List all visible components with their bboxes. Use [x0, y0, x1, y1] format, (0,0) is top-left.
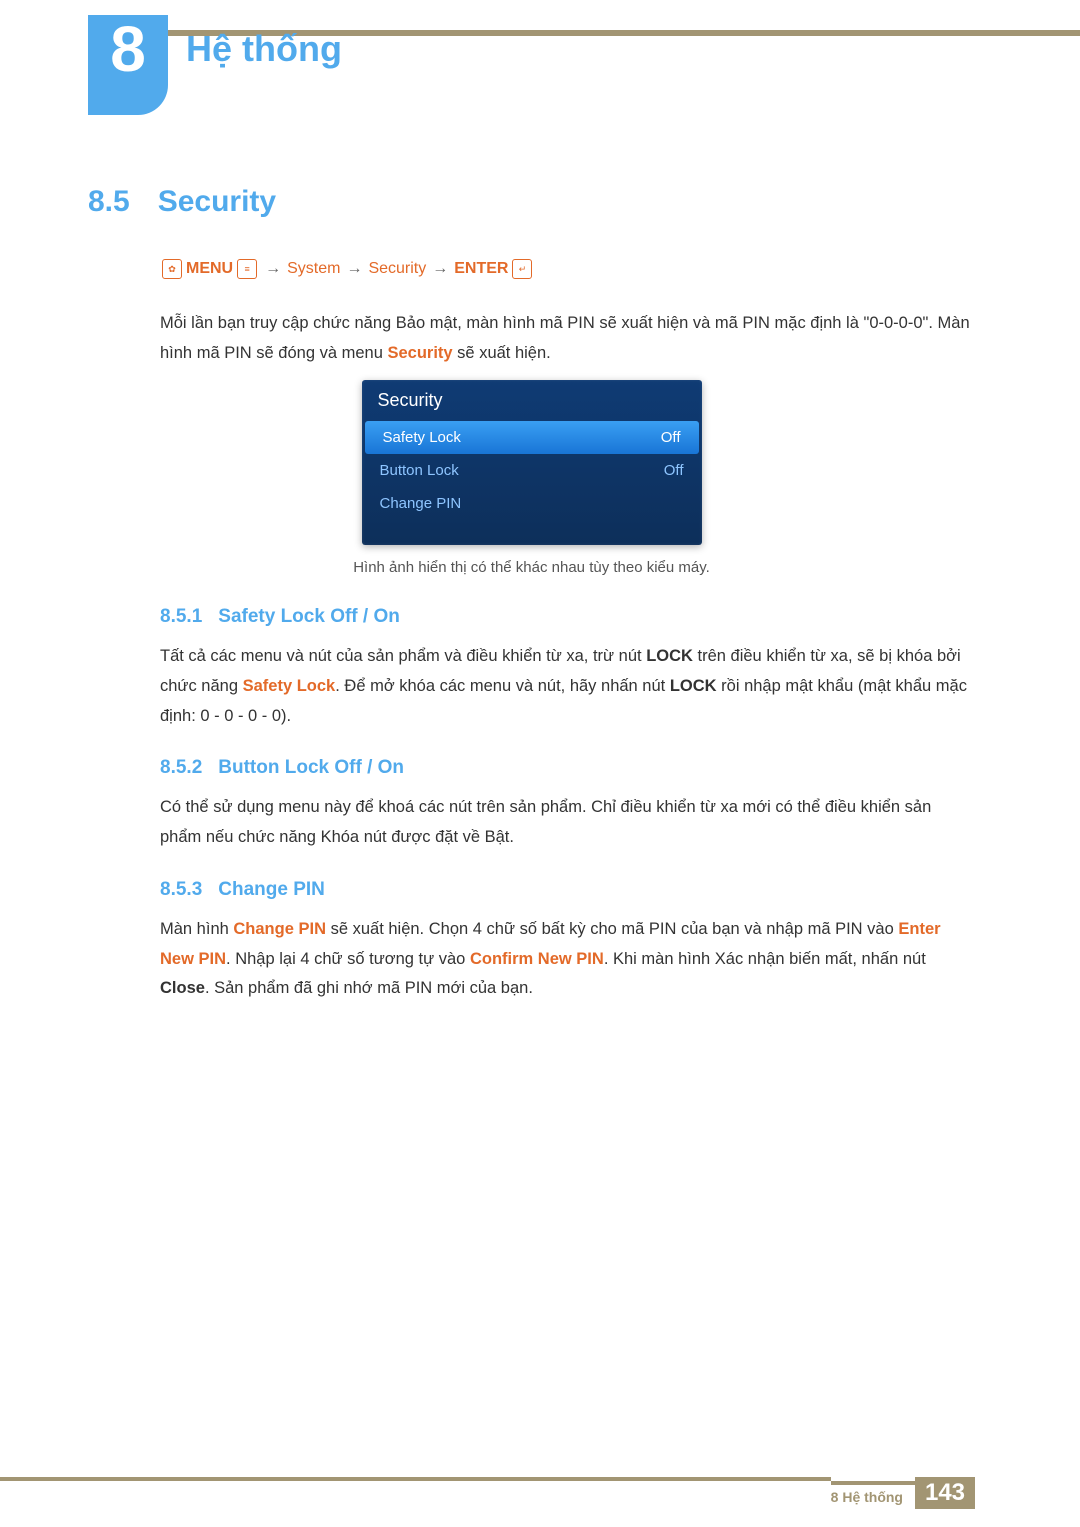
chapter-tab: 8: [88, 15, 168, 115]
remote-icon: ✿: [162, 259, 182, 279]
section-title: Security: [158, 185, 276, 219]
panel-caption: Hình ảnh hiển thị có thể khác nhau tùy t…: [88, 559, 975, 576]
panel-row-button-lock[interactable]: Button Lock Off: [362, 454, 702, 487]
path-enter: ENTER: [454, 260, 508, 278]
section-heading: 8.5 Security: [88, 185, 975, 219]
subsection-number: 8.5.2: [160, 757, 202, 779]
path-sep-3: →: [432, 260, 448, 278]
subsection-number: 8.5.3: [160, 879, 202, 901]
t: . Khi màn hình Xác nhận biến mất, nhấn n…: [604, 950, 926, 968]
highlight-confirm-new-pin: Confirm New PIN: [470, 950, 604, 968]
panel-row-value: Off: [661, 429, 681, 446]
subsection-853-heading: 8.5.3 Change PIN: [160, 879, 975, 901]
subsection-title: Button Lock Off / On: [218, 757, 404, 779]
footer-page-number: 143: [915, 1477, 975, 1509]
chapter-title: Hệ thống: [186, 28, 342, 70]
intro-highlight: Security: [387, 344, 452, 362]
t: Tất cả các menu và nút của sản phẩm và đ…: [160, 647, 646, 665]
subsection-title: Change PIN: [218, 879, 325, 901]
subsection-851-paragraph: Tất cả các menu và nút của sản phẩm và đ…: [160, 642, 975, 731]
t: Màn hình: [160, 920, 233, 938]
panel-row-label: Change PIN: [380, 495, 462, 512]
intro-text-1: Mỗi lần bạn truy cập chức năng Bảo mật, …: [160, 314, 970, 362]
bold-lock-2: LOCK: [670, 677, 717, 695]
subsection-852-paragraph: Có thể sử dụng menu này để khoá các nút …: [160, 793, 975, 852]
footer: 8 Hệ thống 143: [0, 1477, 1080, 1509]
chapter-number: 8: [110, 17, 146, 81]
subsection-852-heading: 8.5.2 Button Lock Off / On: [160, 757, 975, 779]
bold-close: Close: [160, 979, 205, 997]
highlight-change-pin: Change PIN: [233, 920, 326, 938]
panel-row-label: Button Lock: [380, 462, 459, 479]
subsection-title: Safety Lock Off / On: [218, 606, 400, 628]
subsection-851-heading: 8.5.1 Safety Lock Off / On: [160, 606, 975, 628]
footer-chapter-text: 8 Hệ thống: [831, 1481, 915, 1505]
intro-paragraph: Mỗi lần bạn truy cập chức năng Bảo mật, …: [160, 309, 975, 368]
highlight-safety-lock: Safety Lock: [243, 677, 336, 695]
nav-path: ✿ MENU ≡ → System → Security → ENTER ↵: [160, 259, 975, 279]
subsection-853-paragraph: Màn hình Change PIN sẽ xuất hiện. Chọn 4…: [160, 915, 975, 1004]
enter-icon: ↵: [512, 259, 532, 279]
bold-lock-1: LOCK: [646, 647, 693, 665]
intro-text-2: sẽ xuất hiện.: [453, 344, 551, 362]
t: . Sản phẩm đã ghi nhớ mã PIN mới của bạn…: [205, 979, 533, 997]
panel-row-change-pin[interactable]: Change PIN: [362, 487, 702, 520]
t: sẽ xuất hiện. Chọn 4 chữ số bất kỳ cho m…: [326, 920, 898, 938]
path-node-system: System: [287, 260, 340, 278]
panel-row-safety-lock[interactable]: Safety Lock Off: [365, 421, 699, 454]
path-menu: MENU: [186, 260, 233, 278]
panel-row-label: Safety Lock: [383, 429, 461, 446]
panel-row-value: Off: [664, 462, 684, 479]
path-node-security: Security: [368, 260, 426, 278]
menu-bars-icon: ≡: [237, 259, 257, 279]
subsection-number: 8.5.1: [160, 606, 202, 628]
footer-margin: [975, 1477, 1080, 1509]
security-panel: Security Safety Lock Off Button Lock Off…: [362, 380, 702, 545]
footer-rule: [0, 1477, 831, 1509]
path-sep-2: →: [346, 260, 362, 278]
panel-title: Security: [362, 380, 702, 421]
t: . Nhập lại 4 chữ số tương tự vào: [226, 950, 470, 968]
path-sep-1: →: [265, 260, 281, 278]
t: . Để mở khóa các menu và nút, hãy nhấn n…: [335, 677, 670, 695]
section-number: 8.5: [88, 185, 130, 219]
